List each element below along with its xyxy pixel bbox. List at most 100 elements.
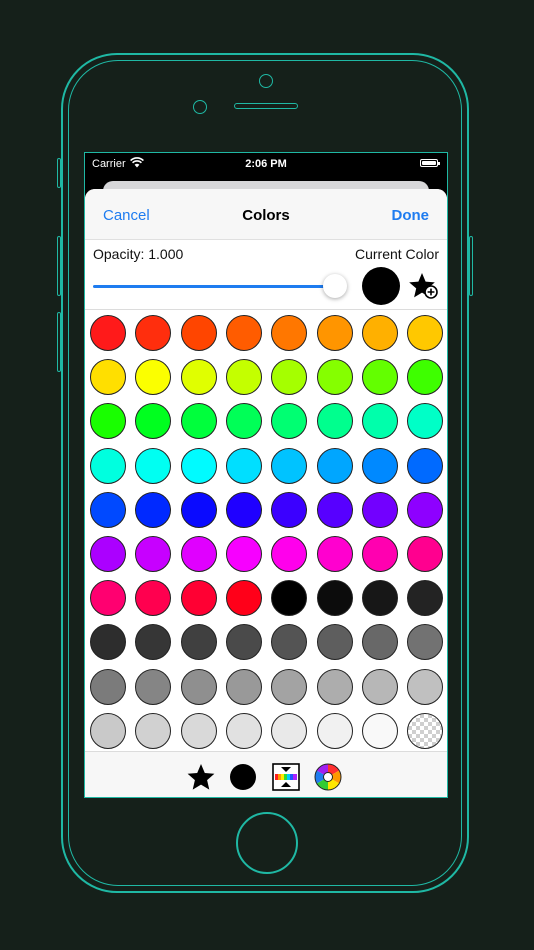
color-swatch[interactable] xyxy=(407,447,444,484)
color-swatch[interactable] xyxy=(407,668,444,705)
color-swatch[interactable] xyxy=(90,580,126,617)
color-swatch[interactable] xyxy=(225,403,262,440)
color-swatch[interactable] xyxy=(180,536,217,572)
color-swatch[interactable] xyxy=(361,359,398,396)
volume-up-button xyxy=(57,236,61,296)
color-swatch[interactable] xyxy=(316,315,353,351)
color-swatch[interactable] xyxy=(225,668,262,705)
color-swatch[interactable] xyxy=(225,712,262,749)
color-swatch[interactable] xyxy=(407,536,444,572)
opacity-slider-thumb[interactable] xyxy=(323,274,347,298)
color-swatch[interactable] xyxy=(361,668,398,705)
color-swatch[interactable] xyxy=(271,712,308,749)
color-swatch[interactable] xyxy=(316,536,353,572)
color-swatch[interactable] xyxy=(271,315,308,351)
color-swatch[interactable] xyxy=(407,315,444,351)
color-swatch[interactable] xyxy=(225,624,262,661)
color-swatch[interactable] xyxy=(361,624,398,661)
color-swatch[interactable] xyxy=(407,491,444,528)
color-swatch[interactable] xyxy=(135,536,172,572)
color-swatch[interactable] xyxy=(90,447,126,484)
color-swatch[interactable] xyxy=(361,315,398,351)
color-swatch[interactable] xyxy=(180,624,217,661)
color-picker-sheet: Cancel Colors Done Opacity: 1.000 Curren… xyxy=(85,189,447,797)
color-swatch[interactable] xyxy=(271,359,308,396)
color-swatch[interactable] xyxy=(90,403,126,440)
favorites-star-icon[interactable] xyxy=(186,762,216,792)
bottom-toolbar xyxy=(85,751,447,797)
color-swatch[interactable] xyxy=(316,491,353,528)
color-swatch[interactable] xyxy=(271,580,308,617)
color-swatch[interactable] xyxy=(225,536,262,572)
color-swatch[interactable] xyxy=(316,712,353,749)
color-swatch[interactable] xyxy=(316,447,353,484)
status-time: 2:06 PM xyxy=(245,158,287,170)
add-favorite-star-icon[interactable] xyxy=(408,271,440,303)
speaker-grille xyxy=(234,103,298,109)
color-swatch[interactable] xyxy=(135,403,172,440)
color-swatch[interactable] xyxy=(407,403,444,440)
spectrum-icon[interactable] xyxy=(271,762,301,792)
color-swatch[interactable] xyxy=(407,580,444,617)
opacity-slider-track xyxy=(93,285,335,288)
status-bar: Carrier 2:06 PM xyxy=(85,153,447,175)
color-swatch[interactable] xyxy=(180,580,217,617)
color-swatch[interactable] xyxy=(361,447,398,484)
current-color-icon[interactable] xyxy=(228,762,258,792)
clear-color-swatch[interactable] xyxy=(407,712,444,749)
color-swatch[interactable] xyxy=(316,403,353,440)
power-button xyxy=(469,236,473,296)
color-swatch[interactable] xyxy=(271,491,308,528)
color-swatch[interactable] xyxy=(180,447,217,484)
color-swatch[interactable] xyxy=(90,359,126,396)
color-swatch[interactable] xyxy=(90,668,126,705)
color-swatch[interactable] xyxy=(225,447,262,484)
color-swatch[interactable] xyxy=(271,403,308,440)
color-swatch[interactable] xyxy=(180,359,217,396)
color-swatch[interactable] xyxy=(271,447,308,484)
color-swatch[interactable] xyxy=(361,403,398,440)
color-swatch[interactable] xyxy=(135,315,172,351)
color-swatch[interactable] xyxy=(225,580,262,617)
color-swatch[interactable] xyxy=(407,624,444,661)
color-swatch[interactable] xyxy=(225,359,262,396)
color-swatch[interactable] xyxy=(180,491,217,528)
color-swatch[interactable] xyxy=(271,536,308,572)
color-swatch[interactable] xyxy=(225,491,262,528)
color-swatch[interactable] xyxy=(135,712,172,749)
color-swatch[interactable] xyxy=(316,668,353,705)
color-swatch[interactable] xyxy=(361,580,398,617)
opacity-label: Opacity: 1.000 xyxy=(93,246,184,262)
color-wheel-icon[interactable] xyxy=(313,762,343,792)
color-swatch[interactable] xyxy=(90,712,126,749)
sensor-icon xyxy=(193,100,207,114)
color-swatch[interactable] xyxy=(361,536,398,572)
color-swatch[interactable] xyxy=(135,359,172,396)
opacity-slider[interactable] xyxy=(93,271,347,301)
color-palette-grid xyxy=(85,309,447,752)
color-swatch[interactable] xyxy=(135,447,172,484)
color-swatch[interactable] xyxy=(90,624,126,661)
color-swatch[interactable] xyxy=(407,359,444,396)
color-swatch[interactable] xyxy=(180,712,217,749)
color-swatch[interactable] xyxy=(180,668,217,705)
color-swatch[interactable] xyxy=(135,580,172,617)
color-swatch[interactable] xyxy=(135,491,172,528)
color-swatch[interactable] xyxy=(361,491,398,528)
color-swatch[interactable] xyxy=(180,315,217,351)
color-swatch[interactable] xyxy=(90,536,126,572)
done-button[interactable]: Done xyxy=(392,207,430,224)
color-swatch[interactable] xyxy=(180,403,217,440)
color-swatch[interactable] xyxy=(316,624,353,661)
color-swatch[interactable] xyxy=(271,668,308,705)
battery-icon xyxy=(420,159,440,167)
color-swatch[interactable] xyxy=(135,624,172,661)
color-swatch[interactable] xyxy=(135,668,172,705)
color-swatch[interactable] xyxy=(90,491,126,528)
color-swatch[interactable] xyxy=(271,624,308,661)
color-swatch[interactable] xyxy=(361,712,398,749)
color-swatch[interactable] xyxy=(316,359,353,396)
color-swatch[interactable] xyxy=(90,315,126,351)
color-swatch[interactable] xyxy=(225,315,262,351)
color-swatch[interactable] xyxy=(316,580,353,617)
